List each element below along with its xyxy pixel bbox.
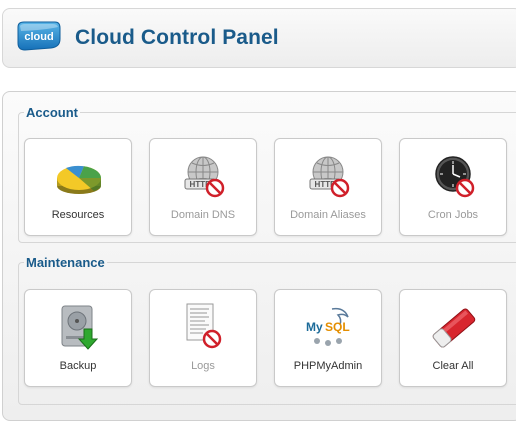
svg-text:SQL: SQL bbox=[325, 320, 350, 334]
clear-all-label: Clear All bbox=[432, 360, 474, 372]
domain-aliases-tile[interactable]: HTTP Domain Aliases bbox=[274, 138, 382, 236]
domain-dns-label: Domain DNS bbox=[170, 209, 236, 221]
mysql-icon: My SQL bbox=[304, 303, 354, 353]
logs-label: Logs bbox=[191, 360, 215, 372]
backup-tile[interactable]: Backup bbox=[24, 289, 132, 387]
page-title: Cloud Control Panel bbox=[75, 26, 279, 49]
svg-text:My: My bbox=[306, 320, 323, 334]
globe-http-icon: HTTP bbox=[304, 152, 354, 202]
clear-all-tile[interactable]: Clear All bbox=[399, 289, 507, 387]
eraser-icon bbox=[429, 303, 479, 353]
phpmyadmin-label: PHPMyAdmin bbox=[293, 360, 363, 372]
domain-aliases-label: Domain Aliases bbox=[290, 209, 366, 221]
globe-http-icon: HTTP bbox=[179, 152, 229, 202]
resources-label: Resources bbox=[51, 209, 105, 221]
hard-drive-download-icon bbox=[54, 303, 104, 353]
maintenance-section: Maintenance Backup Logs My SQL PHPMyAdmi… bbox=[18, 255, 516, 405]
pie-chart-icon bbox=[54, 152, 104, 202]
clock-icon bbox=[429, 152, 479, 202]
header-bar: cloud Cloud Control Panel bbox=[2, 8, 516, 68]
cron-jobs-label: Cron Jobs bbox=[427, 209, 479, 221]
logo-text: cloud bbox=[24, 31, 53, 43]
phpmyadmin-tile[interactable]: My SQL PHPMyAdmin bbox=[274, 289, 382, 387]
cron-jobs-tile[interactable]: Cron Jobs bbox=[399, 138, 507, 236]
account-section-title: Account bbox=[26, 105, 78, 120]
cloud-logo: cloud bbox=[15, 21, 61, 51]
backup-label: Backup bbox=[59, 360, 97, 372]
domain-dns-tile[interactable]: HTTP Domain DNS bbox=[149, 138, 257, 236]
logs-tile[interactable]: Logs bbox=[149, 289, 257, 387]
log-document-icon bbox=[179, 303, 229, 353]
resources-tile[interactable]: Resources bbox=[24, 138, 132, 236]
main-panel: Account Resources HTTP Domain DNS HTTP D… bbox=[2, 91, 516, 421]
account-section: Account Resources HTTP Domain DNS HTTP D… bbox=[18, 105, 516, 243]
maintenance-section-title: Maintenance bbox=[26, 255, 105, 270]
